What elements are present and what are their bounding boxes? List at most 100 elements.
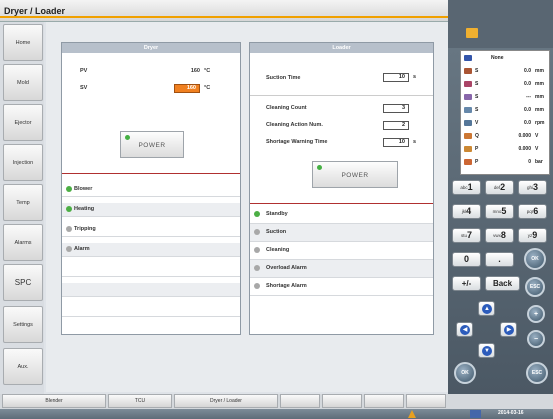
- machine-status-icon: [466, 28, 478, 38]
- shortage-warning-input[interactable]: 10: [383, 138, 409, 147]
- key-dot[interactable]: .: [485, 252, 514, 267]
- dryer-power-button[interactable]: POWER: [120, 131, 184, 158]
- key-1-num: 1: [467, 182, 473, 192]
- loader-status-shortage: Shortage Alarm: [250, 278, 433, 296]
- minus-icon: −: [533, 335, 539, 343]
- heating-indicator-icon: [66, 206, 72, 212]
- left-nav: Home Mold Ejector Injection Temp Alarms …: [0, 22, 44, 394]
- loader-status-overload: Overload Alarm: [250, 260, 433, 278]
- key-0-num: 0: [463, 254, 469, 264]
- dryer-status-heating: Heating: [62, 203, 240, 217]
- readout-unit: rpm: [535, 120, 545, 126]
- increase-button[interactable]: +: [527, 305, 545, 323]
- esc-button-small[interactable]: ESC: [525, 277, 545, 297]
- dryer-empty-row: [62, 303, 240, 317]
- arrow-left-button[interactable]: ◀: [456, 322, 473, 337]
- tab-empty[interactable]: [280, 394, 320, 408]
- status-date: 2014-03-16: [498, 410, 524, 416]
- tab-dryer-loader[interactable]: Dryer / Loader: [174, 394, 278, 408]
- readout-value: None: [491, 55, 504, 61]
- key-7[interactable]: stu7: [452, 228, 481, 243]
- loader-panel-title: Loader: [250, 43, 433, 53]
- arrow-left-icon: ◀: [460, 325, 470, 335]
- nav-injection[interactable]: Injection: [3, 144, 43, 181]
- key-5[interactable]: mno5: [485, 204, 514, 219]
- readout-row: None: [461, 53, 551, 64]
- nav-settings-label: Settings: [13, 321, 33, 328]
- tab-tcu-label: TCU: [134, 398, 146, 404]
- tab-tcu[interactable]: TCU: [108, 394, 172, 408]
- heating-label: Heating: [74, 206, 95, 212]
- cleaning-label: Cleaning: [266, 247, 290, 253]
- arrow-right-button[interactable]: ▶: [500, 322, 517, 337]
- key-5-num: 5: [501, 206, 507, 216]
- readout-key: V: [475, 120, 479, 126]
- loader-divider: [250, 203, 433, 204]
- tab-empty[interactable]: [364, 394, 404, 408]
- key-back[interactable]: Back: [485, 276, 520, 291]
- tab-empty[interactable]: [406, 394, 446, 408]
- arrow-right-icon: ▶: [504, 325, 514, 335]
- blower-indicator-icon: [66, 186, 72, 192]
- key-2-num: 2: [500, 182, 506, 192]
- sv-input[interactable]: 160: [174, 84, 200, 93]
- key-3[interactable]: ghi3: [518, 180, 547, 195]
- key-2[interactable]: def2: [485, 180, 514, 195]
- key-4[interactable]: jkl4: [452, 204, 481, 219]
- shortage-warning-unit: s: [413, 139, 417, 145]
- ok-button[interactable]: OK: [524, 248, 546, 270]
- cleaning-count-input[interactable]: 3: [383, 104, 409, 113]
- readout-value: 0.000: [518, 133, 531, 139]
- tab-blender[interactable]: Blender: [2, 394, 106, 408]
- loader-power-led: [317, 165, 322, 170]
- nav-ejector[interactable]: Ejector: [3, 104, 43, 141]
- nav-mold[interactable]: Mold: [3, 64, 43, 101]
- loader-panel: Loader Suction Time 10 s Cleaning Count …: [249, 42, 434, 335]
- machine-readout: None S 0.0 mm S 0.0 mm S --- mm S 0.0 mm V 0.0 rpm…: [460, 50, 550, 175]
- readout-key: S: [475, 68, 479, 74]
- mold-position-icon: [464, 68, 472, 74]
- cleaning-action-input[interactable]: 2: [383, 121, 409, 130]
- esc-button-large[interactable]: ESC: [526, 362, 548, 384]
- nav-aux[interactable]: Aux.: [3, 348, 43, 385]
- nav-home[interactable]: Home: [3, 24, 43, 61]
- readout-row: S 0.0 mm: [461, 105, 551, 116]
- suction-label: Suction: [266, 229, 287, 235]
- nav-alarms[interactable]: Alarms: [3, 224, 43, 261]
- user-icon: [464, 55, 472, 61]
- readout-row: V 0.0 rpm: [461, 118, 551, 129]
- tab-empty[interactable]: [322, 394, 362, 408]
- readout-row: P 0 bar: [461, 157, 551, 168]
- arrow-down-icon: ▼: [482, 346, 492, 356]
- loader-power-button[interactable]: POWER: [312, 161, 398, 188]
- key-8[interactable]: vwx8: [485, 228, 514, 243]
- nav-settings[interactable]: Settings: [3, 306, 43, 343]
- window-titlebar: Dryer / Loader: [0, 0, 448, 22]
- arrow-up-button[interactable]: ▲: [478, 301, 495, 316]
- readout-value: 0.0: [524, 81, 531, 87]
- nav-temp[interactable]: Temp: [3, 184, 43, 221]
- key-1[interactable]: abc1: [452, 180, 481, 195]
- nav-spc[interactable]: SPC: [3, 264, 43, 301]
- blower-label: Blower: [74, 186, 93, 192]
- key-6-num: 6: [533, 206, 539, 216]
- key-back-label: Back: [492, 279, 513, 288]
- ok-button-large[interactable]: OK: [454, 362, 476, 384]
- nav-injection-label: Injection: [12, 159, 34, 166]
- key-9[interactable]: yz9: [518, 228, 547, 243]
- suction-time-input[interactable]: 10: [383, 73, 409, 82]
- decrease-button[interactable]: −: [527, 330, 545, 348]
- nav-alarms-label: Alarms: [14, 239, 32, 246]
- readout-key: S: [475, 81, 479, 87]
- key-plus-minus[interactable]: +/-: [452, 276, 481, 291]
- pv-label: PV: [80, 68, 88, 74]
- readout-value: 0: [528, 159, 531, 165]
- dryer-status-alarm: Alarm: [62, 243, 240, 257]
- window-title: Dryer / Loader: [4, 6, 66, 16]
- arrow-down-button[interactable]: ▼: [478, 343, 495, 358]
- pv-value: 160: [190, 68, 200, 74]
- readout-value: 0.0: [524, 68, 531, 74]
- key-6[interactable]: pqr6: [518, 204, 547, 219]
- cleaning-indicator-icon: [254, 247, 260, 253]
- key-0[interactable]: 0: [452, 252, 481, 267]
